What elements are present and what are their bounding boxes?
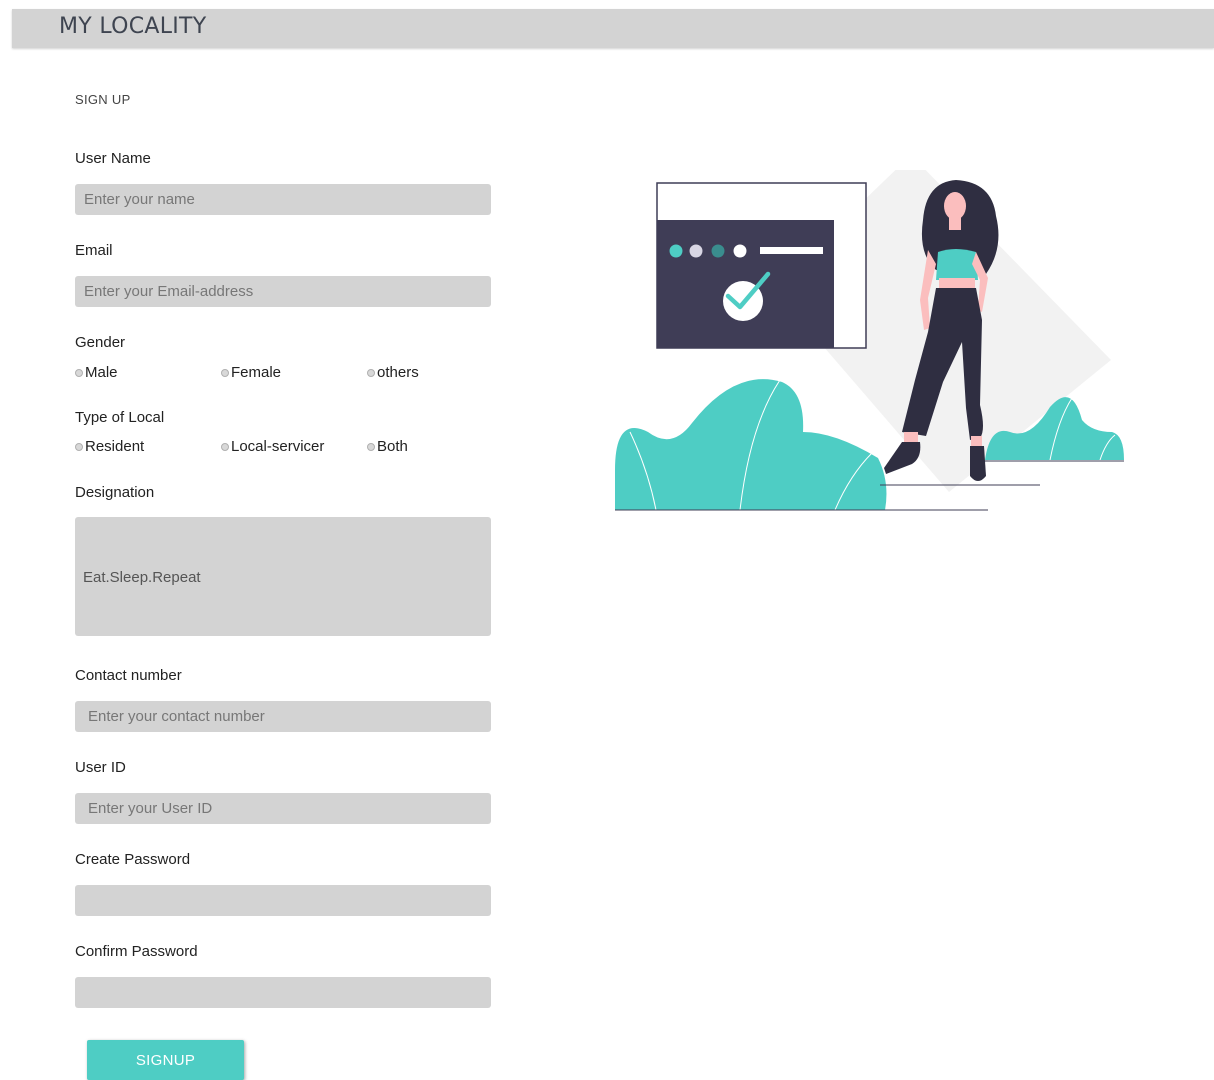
radio-dot (221, 368, 229, 377)
confirm-password-label: Confirm Password (75, 943, 198, 960)
woman-top (936, 249, 978, 280)
radio-label-female: Female (231, 364, 282, 381)
radio-label-resident: Resident (85, 438, 145, 455)
signup-button[interactable]: SIGNUP (87, 1040, 244, 1080)
signup-illustration (615, 170, 1124, 511)
radio-label-male: Male (85, 364, 118, 381)
designation-label: Designation (75, 484, 155, 501)
window-dot-icon (689, 244, 703, 258)
gender-female-radio[interactable]: Female (221, 364, 281, 381)
designation-value: Eat.Sleep.Repeat (83, 569, 201, 586)
gender-others-radio[interactable]: others (367, 364, 419, 381)
signup-form: SIGN UP User Name Email Gender Male Fema… (0, 0, 560, 1080)
woman-ankle (904, 432, 918, 442)
username-input[interactable] (75, 184, 491, 215)
username-label: User Name (75, 150, 151, 167)
window-dot-icon (669, 244, 683, 258)
gender-label: Gender (75, 334, 126, 351)
local-type-servicer-radio[interactable]: Local-servicer (221, 438, 324, 455)
contact-label: Contact number (75, 667, 182, 684)
radio-dot (75, 368, 83, 377)
woman-shoe (970, 446, 986, 481)
woman-ankle (971, 436, 982, 446)
local-type-resident-radio[interactable]: Resident (75, 438, 144, 455)
woman-shoe (884, 442, 921, 474)
window-dot-icon (711, 244, 725, 258)
woman-neck (949, 216, 961, 230)
radio-label-others: others (377, 364, 419, 381)
radio-label-servicer: Local-servicer (231, 438, 325, 455)
gender-male-radio[interactable]: Male (75, 364, 118, 381)
woman-face (944, 192, 966, 220)
local-type-both-radio[interactable]: Both (367, 438, 408, 455)
password-label: Create Password (75, 851, 191, 868)
userid-input[interactable] (75, 793, 491, 824)
password-input[interactable] (75, 885, 491, 916)
confirm-password-input[interactable] (75, 977, 491, 1008)
radio-dot (367, 368, 375, 377)
contact-input[interactable] (75, 701, 491, 732)
large-bush-shape (615, 379, 887, 510)
local-type-label: Type of Local (75, 409, 165, 426)
window-title-bar-line (760, 247, 823, 254)
designation-textarea[interactable]: Eat.Sleep.Repeat (75, 517, 491, 636)
email-input[interactable] (75, 276, 491, 307)
window-dot-icon (733, 244, 747, 258)
radio-dot (75, 442, 83, 451)
signup-heading: SIGN UP (75, 92, 131, 107)
radio-dot (367, 442, 375, 451)
email-label: Email (75, 242, 113, 259)
radio-dot (221, 442, 229, 451)
radio-label-both: Both (377, 438, 408, 455)
userid-label: User ID (75, 759, 126, 776)
